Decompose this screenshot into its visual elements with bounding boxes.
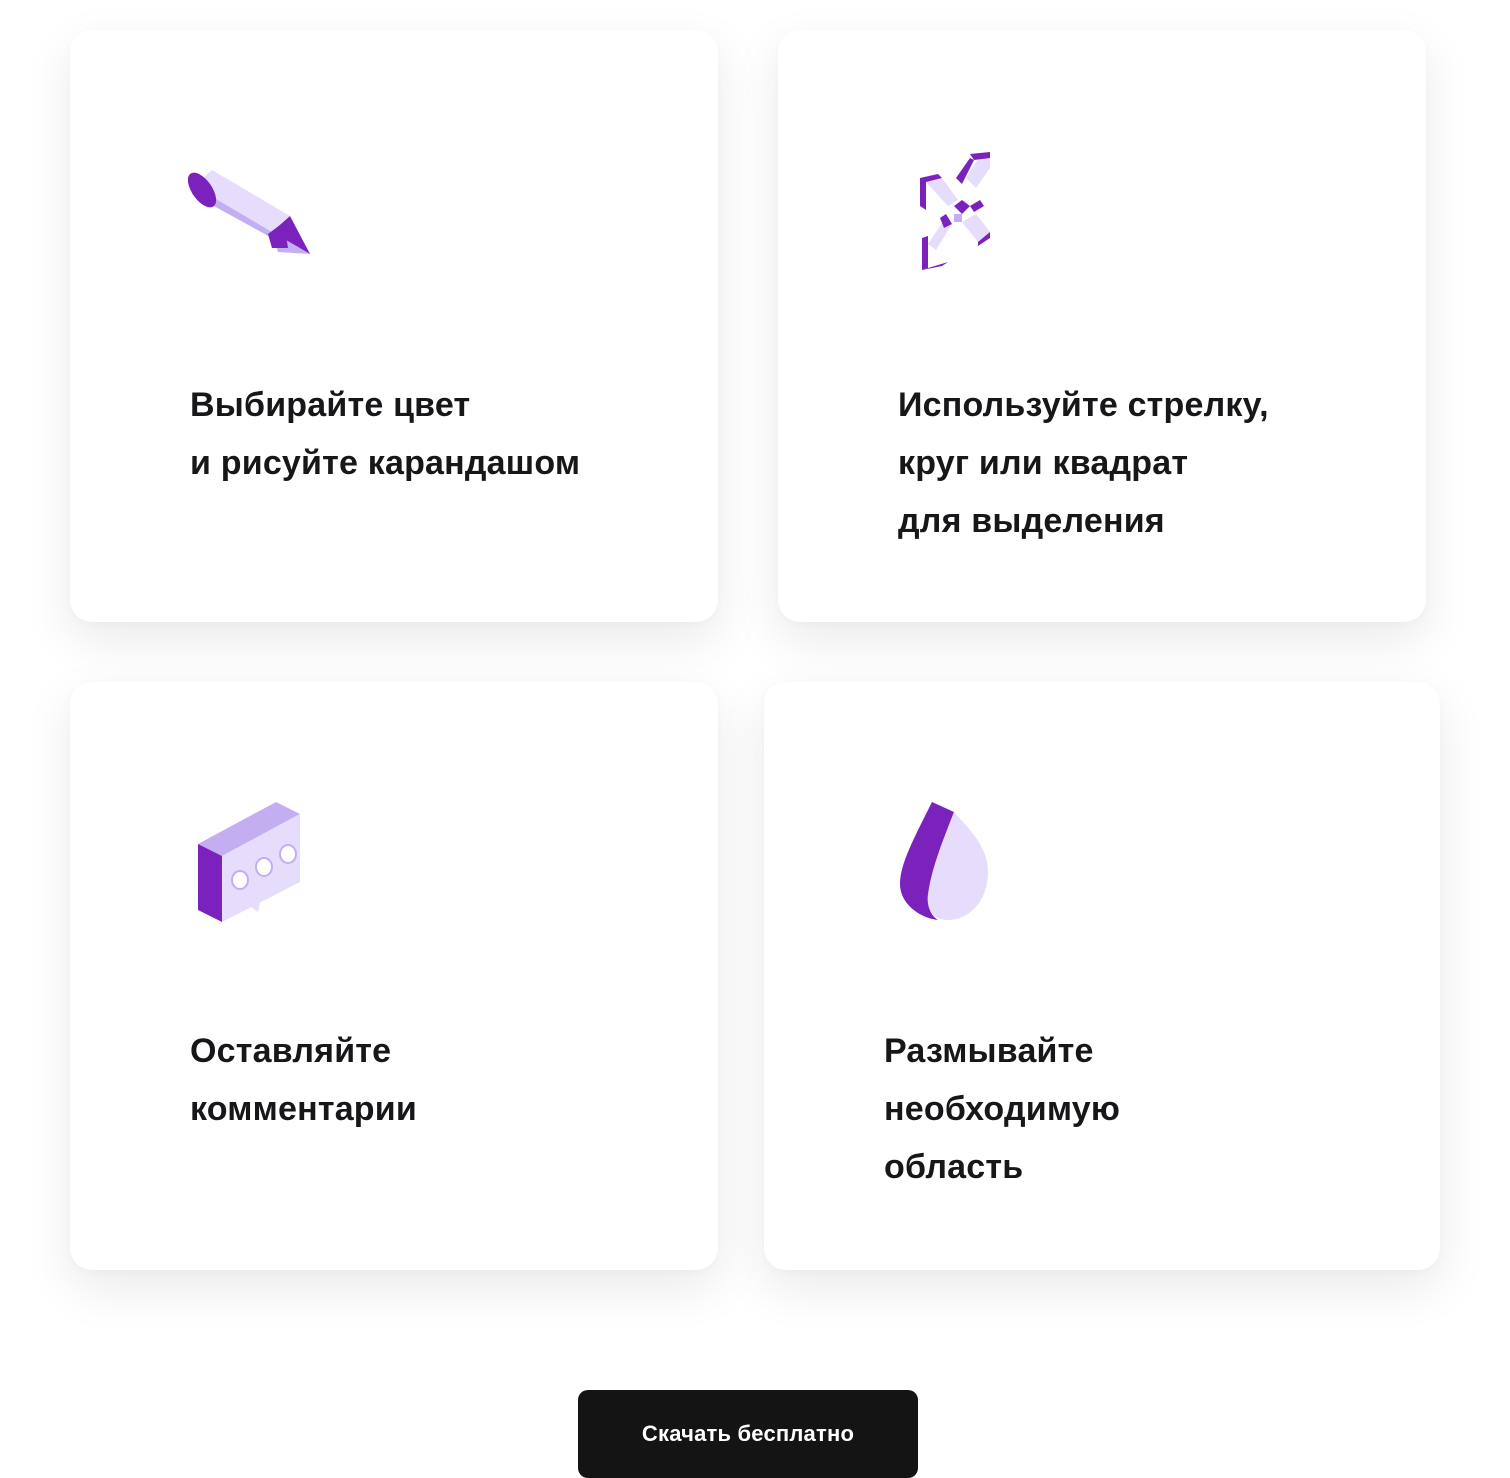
feature-line: круг или квадрат [898, 444, 1189, 482]
feature-text-arrows: Используйте стрелку, круг или квадрат дл… [898, 376, 1269, 550]
feature-text-blur: Размывайте необходимую область [884, 1022, 1120, 1196]
feature-card-arrows: Используйте стрелку, круг или квадрат дл… [778, 30, 1426, 622]
feature-line: Выбирайте цвет [190, 386, 471, 424]
comment-icon [196, 798, 306, 928]
arrows-icon [918, 150, 998, 274]
feature-line: Используйте стрелку, [898, 386, 1269, 424]
feature-line: Размывайте [884, 1032, 1094, 1070]
feature-text-comment: Оставляйте комментарии [190, 1022, 417, 1138]
feature-card-blur: Размывайте необходимую область [764, 682, 1440, 1270]
download-free-button[interactable]: Скачать бесплатно [578, 1390, 918, 1478]
feature-line: и рисуйте карандашом [190, 444, 581, 482]
feature-line: комментарии [190, 1090, 417, 1128]
feature-line: Оставляйте [190, 1032, 392, 1070]
blur-drop-icon [898, 798, 998, 926]
feature-line: для выделения [898, 502, 1165, 540]
feature-line: область [884, 1148, 1024, 1186]
pencil-icon [188, 168, 316, 260]
feature-card-pencil: Выбирайте цвет и рисуйте карандашом [70, 30, 718, 622]
feature-text-pencil: Выбирайте цвет и рисуйте карандашом [190, 376, 580, 492]
feature-line: необходимую [884, 1090, 1121, 1128]
feature-card-comment: Оставляйте комментарии [70, 682, 718, 1270]
